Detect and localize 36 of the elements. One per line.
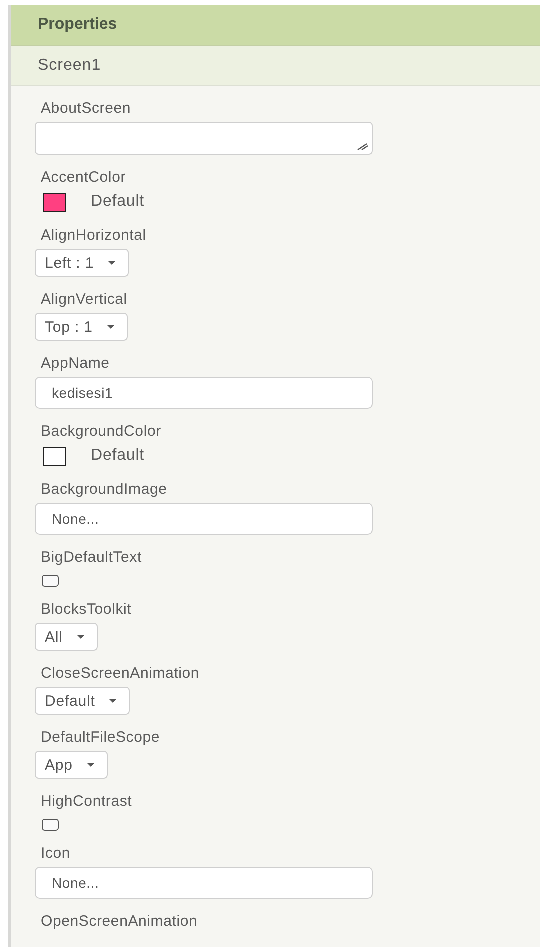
- property-label: AlignHorizontal: [41, 227, 148, 245]
- property-label: BackgroundImage: [41, 481, 168, 499]
- dropdown[interactable]: Default: [35, 687, 130, 715]
- property-label: AppName: [41, 355, 111, 373]
- property-label: OpenScreenAnimation: [41, 913, 199, 931]
- color-value: Default: [91, 447, 144, 465]
- component-name: Screen1: [38, 56, 102, 74]
- property-label: BigDefaultText: [41, 549, 143, 567]
- color-value: Default: [91, 193, 144, 211]
- resize-grip-icon[interactable]: [357, 143, 369, 151]
- asset-picker-field[interactable]: None...: [35, 503, 373, 535]
- dropdown[interactable]: App: [35, 751, 108, 779]
- caret-icon: [86, 763, 95, 767]
- property-label: AboutScreen: [41, 100, 132, 118]
- property-label: AccentColor: [41, 169, 128, 187]
- dropdown[interactable]: Top : 1: [35, 313, 128, 341]
- property-label: CloseScreenAnimation: [41, 665, 201, 683]
- panel-title: Properties: [38, 16, 118, 34]
- property-label: HighContrast: [41, 793, 134, 811]
- property-label: BlocksToolkit: [41, 601, 133, 619]
- dropdown[interactable]: All: [35, 623, 98, 651]
- property-label: Icon: [41, 845, 72, 863]
- caret-icon: [108, 261, 116, 265]
- text-field[interactable]: kedisesi1: [35, 377, 373, 409]
- asset-picker-field[interactable]: None...: [35, 867, 373, 899]
- checkbox[interactable]: [42, 575, 59, 587]
- property-label: AlignVertical: [41, 291, 128, 309]
- caret-icon: [76, 635, 85, 639]
- checkbox[interactable]: [42, 819, 59, 831]
- property-label: BackgroundColor: [41, 423, 162, 441]
- property-label: DefaultFileScope: [41, 729, 162, 747]
- dropdown[interactable]: Left : 1: [35, 249, 130, 277]
- color-swatch[interactable]: [43, 192, 66, 212]
- caret-icon: [109, 699, 118, 703]
- caret-icon: [106, 325, 115, 329]
- color-swatch[interactable]: [43, 446, 66, 466]
